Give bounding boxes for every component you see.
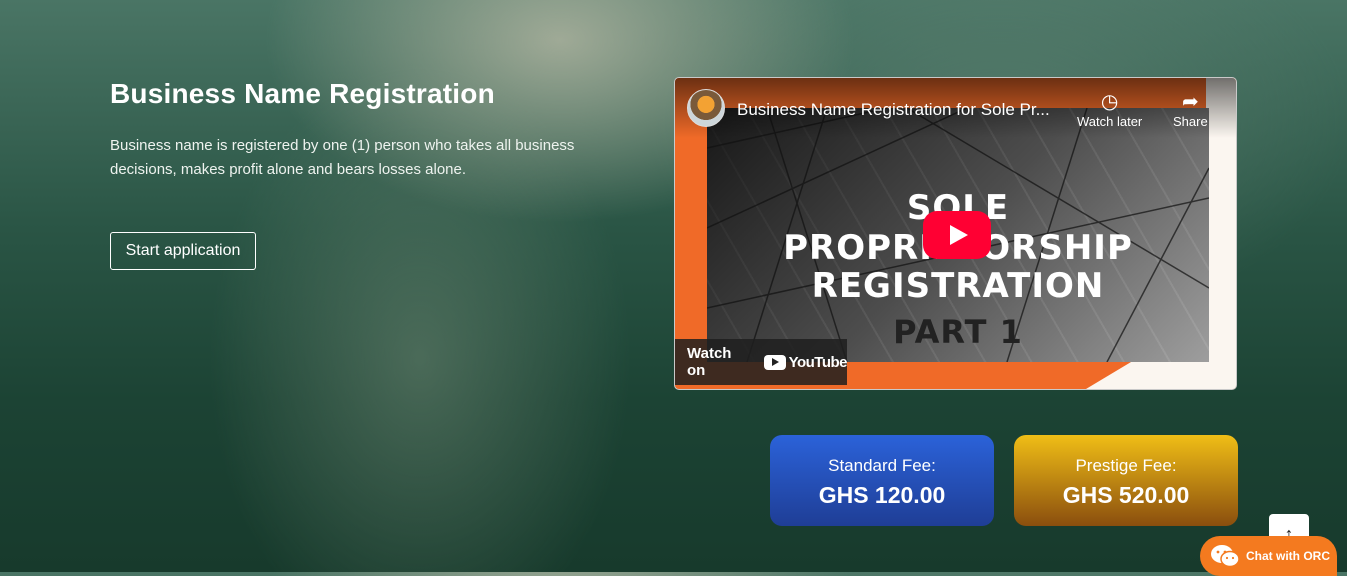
play-button[interactable] [923,211,991,259]
prestige-fee-label: Prestige Fee: [1075,456,1177,475]
share-icon: ➦ [1181,91,1199,113]
hero-section: Business Name Registration Business name… [110,78,630,182]
youtube-logo-icon: YouTube [763,353,848,371]
hero-description: Business name is registered by one (1) p… [110,137,575,178]
prestige-fee-card: Prestige Fee: GHS 520.00 [1014,435,1238,526]
page-title: Business Name Registration [110,78,495,109]
clock-icon: ◷ [1100,91,1119,113]
chat-label: Chat with ORC [1246,549,1330,563]
thumbnail-line-3: REGISTRATION [811,266,1105,306]
prestige-fee-amount: GHS 520.00 [1062,482,1190,508]
chat-with-orc-button[interactable]: Chat with ORC [1200,536,1337,576]
share-label: Share [1173,114,1208,129]
standard-fee-label: Standard Fee: [828,456,936,475]
standard-fee-amount: GHS 120.00 [818,482,946,508]
youtube-video-embed[interactable]: SOLE PROPRIETORSHIP REGISTRATION PART 1 … [674,77,1237,390]
wechat-icon [1211,545,1240,568]
channel-avatar[interactable] [687,89,725,127]
youtube-wordmark: YouTube [788,353,848,371]
share-button[interactable]: ➦ Share [1173,90,1208,129]
watch-later-button[interactable]: ◷ Watch later [1077,90,1142,129]
start-application-button[interactable]: Start application [110,232,256,270]
video-title[interactable]: Business Name Registration for Sole Pr..… [737,100,1067,120]
standard-fee-card: Standard Fee: GHS 120.00 [770,435,994,526]
watch-later-label: Watch later [1077,114,1143,129]
watch-on-youtube-button[interactable]: Watch on YouTube [675,339,848,385]
watch-on-label: Watch on [687,345,732,379]
